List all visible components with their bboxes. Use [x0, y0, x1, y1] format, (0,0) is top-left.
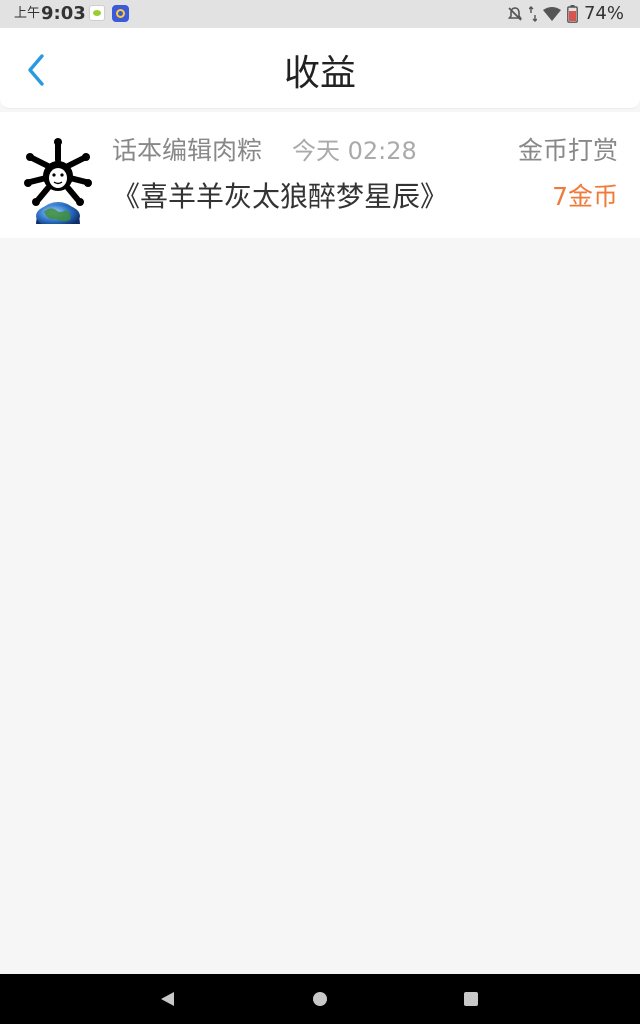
home-circle-icon	[313, 992, 327, 1006]
user-name: 话本编辑肉粽	[112, 136, 263, 165]
mute-icon	[507, 7, 523, 21]
status-time: 9:03	[41, 3, 86, 24]
back-triangle-icon	[161, 992, 174, 1006]
system-nav-bar	[0, 974, 640, 1024]
data-arrows-icon	[528, 6, 537, 22]
app-notification-icon-2	[112, 5, 129, 22]
record-time: 今天 02:28	[292, 137, 417, 165]
page-title: 收益	[283, 53, 356, 94]
nav-recents-button[interactable]	[456, 984, 486, 1014]
nav-home-button[interactable]	[305, 984, 335, 1014]
reward-amount: 7金币	[552, 182, 618, 211]
battery-percentage: 74%	[583, 3, 624, 24]
status-indicators: 74%	[507, 3, 624, 25]
recents-square-icon	[464, 992, 478, 1006]
list-item[interactable]: 话本编辑肉粽 今天 02:28 金币打赏 《喜羊羊灰太狼醉梦星辰》 7金币	[0, 112, 640, 238]
app-notification-icon	[89, 5, 105, 21]
wifi-icon	[542, 7, 561, 21]
avatar	[24, 138, 92, 224]
work-title: 《喜羊羊灰太狼醉梦星辰》	[112, 180, 449, 213]
battery-icon	[567, 5, 578, 23]
status-bar: 上午 9:03 74%	[0, 0, 640, 28]
page-header: 收益	[0, 28, 640, 109]
status-ampm: 上午	[14, 6, 41, 21]
status-clock: 上午 9:03	[14, 3, 86, 25]
nav-back-button[interactable]	[152, 984, 182, 1014]
reward-type: 金币打赏	[517, 136, 618, 165]
